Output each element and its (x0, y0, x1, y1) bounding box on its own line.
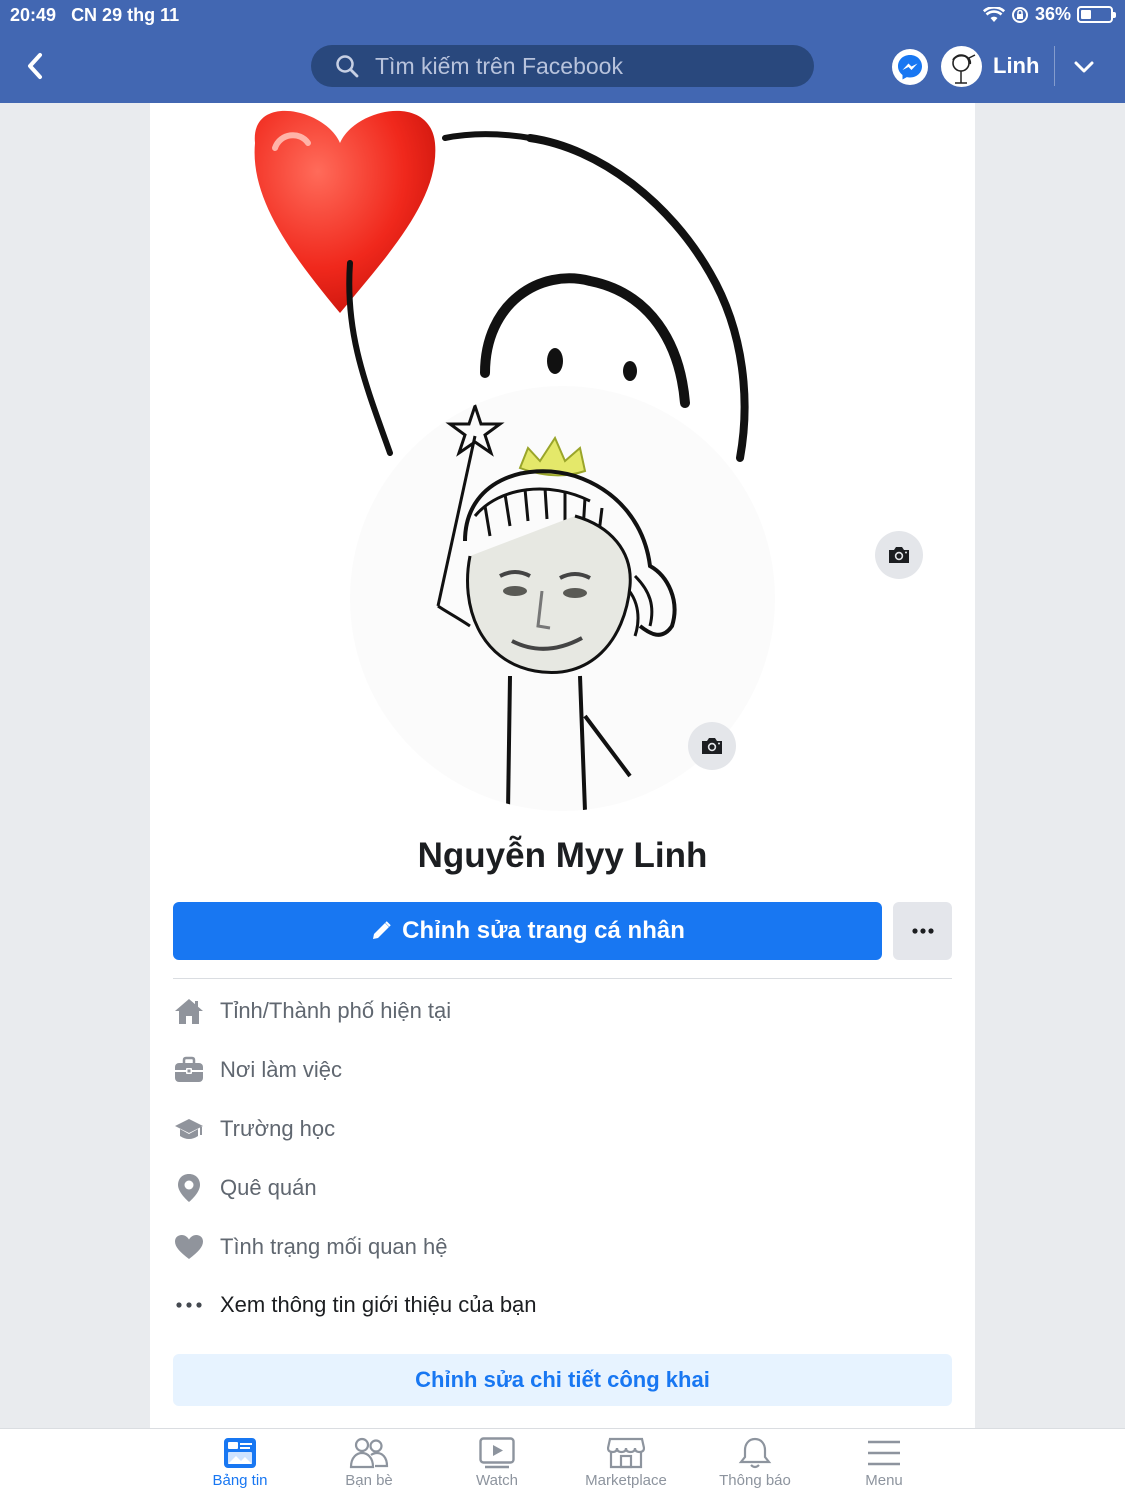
about-hometown[interactable]: Quê quán (173, 1168, 317, 1208)
tab-watch[interactable]: Watch (432, 1437, 562, 1497)
tab-news-feed[interactable]: Bảng tin (175, 1437, 305, 1497)
menu-icon (868, 1440, 900, 1466)
bottom-tab-bar: Bảng tin Bạn bè Watch Marketplace Thông … (0, 1428, 1125, 1500)
wifi-icon (982, 6, 1005, 22)
tab-menu[interactable]: Menu (819, 1437, 949, 1497)
location-pin-icon (173, 1172, 205, 1204)
news-feed-icon (224, 1438, 256, 1468)
tab-label: Bạn bè (345, 1472, 393, 1489)
watch-icon (479, 1437, 515, 1469)
about-relationship[interactable]: Tình trạng mối quan hệ (173, 1227, 447, 1267)
search-placeholder: Tìm kiếm trên Facebook (375, 52, 623, 79)
chevron-down-icon (1074, 61, 1094, 73)
about-label: Quê quán (220, 1175, 317, 1200)
tab-label: Marketplace (585, 1472, 667, 1489)
battery-icon (1077, 6, 1116, 23)
view-about-info[interactable]: Xem thông tin giới thiệu của bạn (173, 1285, 537, 1325)
graduation-cap-icon (173, 1113, 205, 1145)
profile-card: Nguyễn Myy Linh Chỉnh sửa trang cá nhân … (150, 103, 975, 1428)
about-current-city[interactable]: Tỉnh/Thành phố hiện tại (173, 991, 451, 1031)
ellipsis-icon (173, 1289, 205, 1321)
camera-icon (889, 547, 909, 563)
cover-camera-button[interactable] (875, 531, 923, 579)
pencil-icon (373, 921, 391, 939)
top-bar: 20:49 CN 29 thg 11 36% Tìm kiếm trên Fac… (0, 0, 1125, 103)
tab-friends[interactable]: Bạn bè (304, 1437, 434, 1497)
battery-percent: 36% (1034, 4, 1071, 24)
more-options-button[interactable] (893, 902, 952, 960)
divider (173, 978, 952, 979)
messenger-button[interactable] (892, 49, 928, 85)
briefcase-icon (173, 1054, 205, 1086)
search-icon (336, 55, 359, 78)
tab-notifications[interactable]: Thông báo (690, 1437, 820, 1497)
tab-label: Thông báo (719, 1472, 791, 1489)
about-label: Trường học (220, 1116, 336, 1141)
camera-icon (702, 738, 722, 754)
tab-label: Watch (476, 1472, 518, 1489)
profile-name: Nguyễn Myy Linh (417, 836, 708, 875)
ellipsis-icon (911, 928, 934, 934)
nav-divider (1054, 46, 1055, 86)
status-time-date: 20:49 CN 29 thg 11 (10, 5, 179, 26)
orientation-lock-icon (1011, 6, 1028, 23)
edit-profile-label: Chỉnh sửa trang cá nhân (402, 917, 685, 944)
tab-label: Bảng tin (212, 1472, 268, 1489)
status-indicators: 36% (982, 4, 1116, 25)
status-time: 20:49 (10, 5, 57, 25)
account-menu-button[interactable] (1068, 52, 1100, 82)
edit-profile-button[interactable]: Chỉnh sửa trang cá nhân (173, 902, 882, 960)
search-bar[interactable]: Tìm kiếm trên Facebook (311, 45, 814, 87)
bell-icon (738, 1437, 772, 1469)
profile-camera-button[interactable] (688, 722, 736, 770)
about-workplace[interactable]: Nơi làm việc (173, 1050, 342, 1090)
chevron-left-icon (28, 53, 42, 79)
status-date: CN 29 thg 11 (71, 5, 180, 25)
nav-avatar[interactable] (941, 46, 982, 87)
marketplace-icon (607, 1437, 645, 1469)
about-label: Nơi làm việc (220, 1057, 342, 1082)
about-label: Tỉnh/Thành phố hiện tại (220, 998, 452, 1023)
tab-marketplace[interactable]: Marketplace (561, 1437, 691, 1497)
tab-label: Menu (865, 1472, 903, 1489)
messenger-icon (898, 55, 922, 80)
friends-icon (349, 1437, 389, 1469)
home-icon (173, 995, 205, 1027)
edit-public-details-button[interactable]: Chỉnh sửa chi tiết công khai (173, 1354, 952, 1406)
about-school[interactable]: Trường học (173, 1109, 335, 1149)
about-label: Tình trạng mối quan hệ (220, 1234, 448, 1259)
nav-user-name[interactable]: Linh (993, 53, 1039, 79)
heart-icon (173, 1231, 205, 1263)
about-label: Xem thông tin giới thiệu của bạn (220, 1292, 537, 1317)
back-button[interactable] (20, 48, 50, 84)
